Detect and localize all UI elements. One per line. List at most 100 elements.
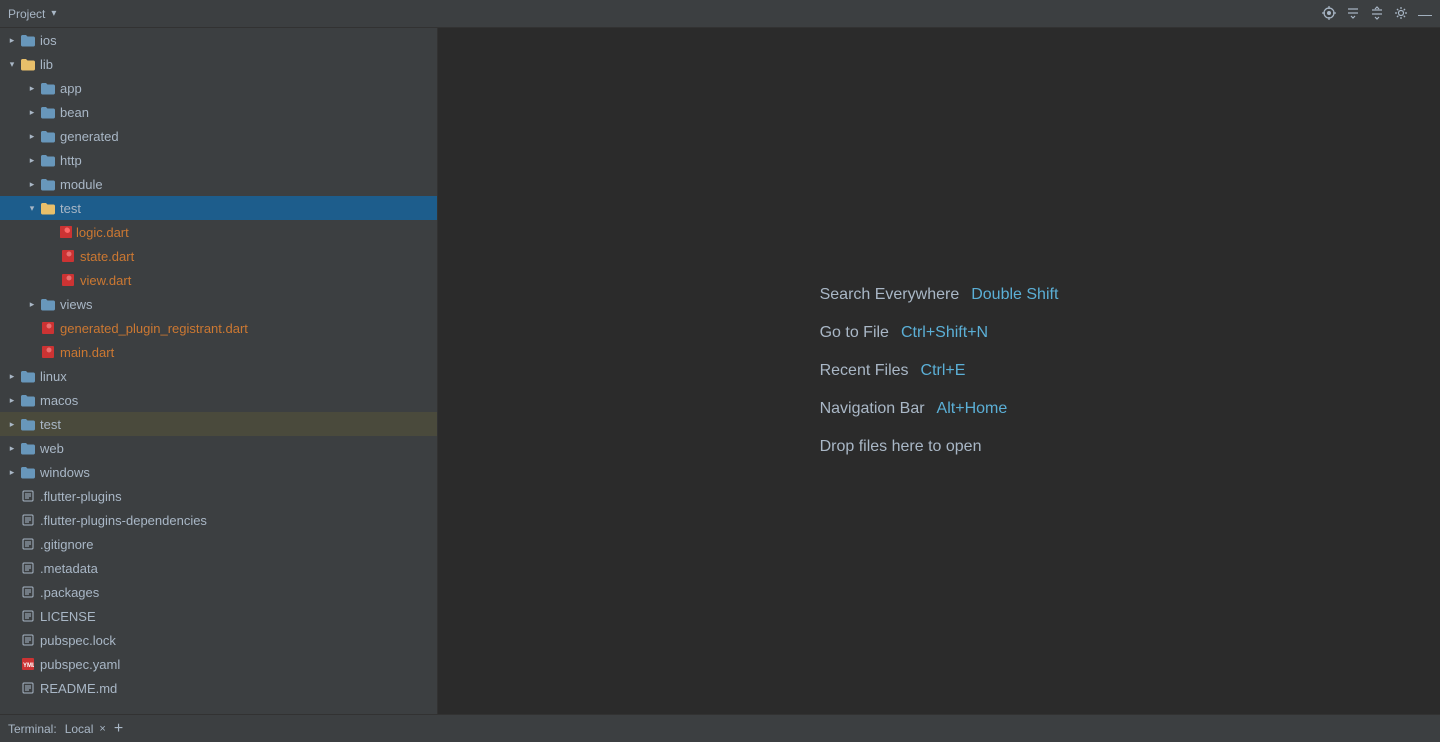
tree-item-flutter-plugins[interactable]: .flutter-plugins xyxy=(0,484,437,508)
item-label-readme: README.md xyxy=(40,681,117,696)
text-file-icon-flutter-plugins xyxy=(20,489,36,503)
terminal-tab-label: Local xyxy=(65,722,94,736)
recent-files-label: Recent Files xyxy=(820,362,909,380)
terminal-tab-local[interactable]: Local × xyxy=(65,722,106,736)
main-content: ios lib app xyxy=(0,28,1440,714)
tree-item-metadata[interactable]: .metadata xyxy=(0,556,437,580)
tree-item-app[interactable]: app xyxy=(0,76,437,100)
tree-item-http[interactable]: http xyxy=(0,148,437,172)
folder-icon-lib xyxy=(20,57,36,71)
expand-all-icon[interactable] xyxy=(1370,6,1384,22)
minimize-icon[interactable]: — xyxy=(1418,7,1432,21)
drop-files-label: Drop files here to open xyxy=(820,438,982,456)
top-bar-left: Project ▾ xyxy=(8,7,56,21)
arrow-generated[interactable] xyxy=(24,131,40,142)
arrow-views[interactable] xyxy=(24,299,40,310)
item-label-windows: windows xyxy=(40,465,90,480)
item-label-macos: macos xyxy=(40,393,78,408)
tree-item-lib[interactable]: lib xyxy=(0,52,437,76)
welcome-panel: Search Everywhere Double Shift Go to Fil… xyxy=(820,286,1059,456)
arrow-windows[interactable] xyxy=(4,467,20,478)
chevron-down-icon[interactable]: ▾ xyxy=(51,8,56,19)
arrow-ios[interactable] xyxy=(4,35,20,46)
tree-item-bean[interactable]: bean xyxy=(0,100,437,124)
terminal-add-button[interactable]: + xyxy=(114,721,123,737)
folder-icon-test-lib xyxy=(40,201,56,215)
tree-item-packages[interactable]: .packages xyxy=(0,580,437,604)
arrow-bean[interactable] xyxy=(24,107,40,118)
tree-item-test-lib[interactable]: test xyxy=(0,196,437,220)
item-label-bean: bean xyxy=(60,105,89,120)
arrow-http[interactable] xyxy=(24,155,40,166)
folder-icon-web xyxy=(20,441,36,455)
tree-item-test-root[interactable]: test xyxy=(0,412,437,436)
tree-item-macos[interactable]: macos xyxy=(0,388,437,412)
arrow-app[interactable] xyxy=(24,83,40,94)
tree-item-license[interactable]: LICENSE xyxy=(0,604,437,628)
item-label-http: http xyxy=(60,153,82,168)
folder-icon-macos xyxy=(20,393,36,407)
search-everywhere-label: Search Everywhere xyxy=(820,286,960,304)
arrow-macos[interactable] xyxy=(4,395,20,406)
welcome-row-search: Search Everywhere Double Shift xyxy=(820,286,1059,304)
item-label-pubspec-lock: pubspec.lock xyxy=(40,633,116,648)
terminal-close-button[interactable]: × xyxy=(99,723,105,735)
text-file-icon-readme xyxy=(20,681,36,695)
arrow-module[interactable] xyxy=(24,179,40,190)
sidebar[interactable]: ios lib app xyxy=(0,28,438,714)
arrow-test-root[interactable] xyxy=(4,419,20,430)
tree-item-ios[interactable]: ios xyxy=(0,28,437,52)
item-label-views: views xyxy=(60,297,93,312)
item-label-gitignore: .gitignore xyxy=(40,537,93,552)
tree-item-flutter-plugins-dep[interactable]: .flutter-plugins-dependencies xyxy=(0,508,437,532)
tree-item-web[interactable]: web xyxy=(0,436,437,460)
tree-item-pubspec-lock[interactable]: pubspec.lock xyxy=(0,628,437,652)
tree-item-windows[interactable]: windows xyxy=(0,460,437,484)
item-label-app: app xyxy=(60,81,82,96)
arrow-web[interactable] xyxy=(4,443,20,454)
tree-item-pubspec-yaml[interactable]: YML pubspec.yaml xyxy=(0,652,437,676)
goto-file-shortcut: Ctrl+Shift+N xyxy=(901,324,988,342)
terminal-text: Terminal: xyxy=(8,722,57,736)
tree-item-view-dart[interactable]: view.dart xyxy=(0,268,437,292)
folder-icon-views xyxy=(40,297,56,311)
arrow-test-lib[interactable] xyxy=(24,203,40,214)
item-label-main-dart: main.dart xyxy=(60,345,114,360)
bottom-bar: Terminal: Local × + xyxy=(0,714,1440,742)
item-label-license: LICENSE xyxy=(40,609,96,624)
tree-item-readme[interactable]: README.md xyxy=(0,676,437,700)
target-icon[interactable] xyxy=(1322,6,1336,22)
item-label-lib: lib xyxy=(40,57,53,72)
welcome-row-recent: Recent Files Ctrl+E xyxy=(820,362,966,380)
text-file-icon-gitignore xyxy=(20,537,36,551)
tree-item-linux[interactable]: linux xyxy=(0,364,437,388)
folder-icon-windows xyxy=(20,465,36,479)
arrow-lib[interactable] xyxy=(4,59,20,70)
tree-item-generated-plugin[interactable]: generated_plugin_registrant.dart xyxy=(0,316,437,340)
tree-item-main-dart[interactable]: main.dart xyxy=(0,340,437,364)
arrow-linux[interactable] xyxy=(4,371,20,382)
tree-item-gitignore[interactable]: .gitignore xyxy=(0,532,437,556)
navigation-bar-shortcut: Alt+Home xyxy=(937,400,1008,418)
item-label-test-lib: test xyxy=(60,201,81,216)
tree-item-views[interactable]: views xyxy=(0,292,437,316)
item-label-ios: ios xyxy=(40,33,57,48)
top-bar: Project ▾ xyxy=(0,0,1440,28)
folder-icon-bean xyxy=(40,105,56,119)
tree-item-logic-dart[interactable]: logic.dart xyxy=(0,220,437,244)
terminal-label: Terminal: xyxy=(8,722,57,736)
tree-item-generated[interactable]: generated xyxy=(0,124,437,148)
tree-item-state-dart[interactable]: state.dart xyxy=(0,244,437,268)
welcome-row-navbar: Navigation Bar Alt+Home xyxy=(820,400,1008,418)
folder-icon-app xyxy=(40,81,56,95)
item-label-generated: generated xyxy=(60,129,119,144)
folder-icon-module xyxy=(40,177,56,191)
editor-area: Search Everywhere Double Shift Go to Fil… xyxy=(438,28,1440,714)
dart-file-icon-generated-plugin xyxy=(40,321,56,335)
top-bar-icons: — xyxy=(1322,6,1432,22)
folder-icon-test-root xyxy=(20,417,36,431)
dart-file-icon-state xyxy=(60,249,76,263)
collapse-all-icon[interactable] xyxy=(1346,6,1360,22)
tree-item-module[interactable]: module xyxy=(0,172,437,196)
settings-icon[interactable] xyxy=(1394,6,1408,22)
